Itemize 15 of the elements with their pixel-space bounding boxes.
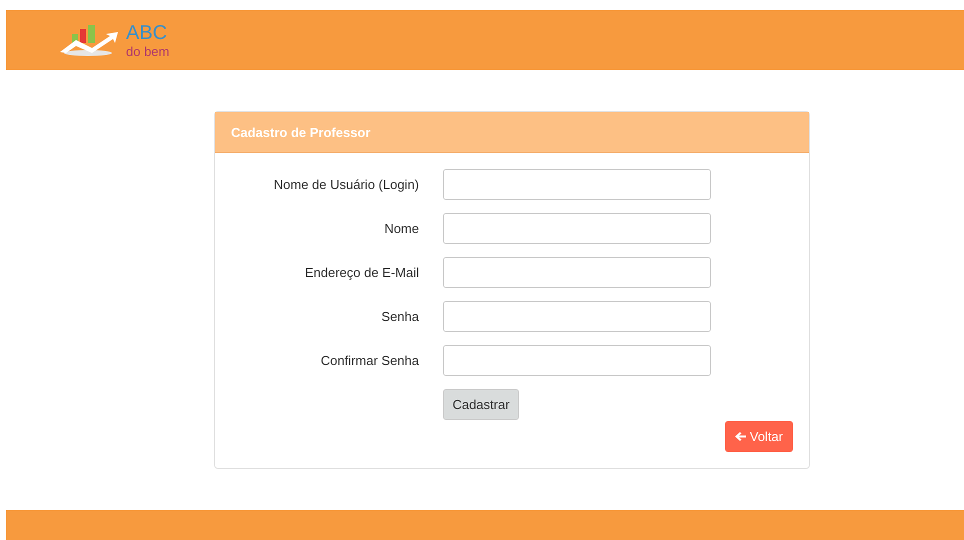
- field-label: Nome: [383, 221, 419, 236]
- input-field[interactable]: [443, 257, 711, 288]
- card-title: Cadastro de Professor: [215, 112, 809, 153]
- input-field[interactable]: [443, 169, 711, 200]
- field-label: Senha: [380, 309, 419, 324]
- field-label: Nome de Usuário (Login): [272, 177, 419, 192]
- input-field[interactable]: [443, 301, 711, 332]
- input-field[interactable]: [443, 345, 711, 376]
- field-label: Confirmar Senha: [320, 353, 419, 368]
- submit-button[interactable]: Cadastrar: [443, 389, 519, 420]
- logo-title: ABC: [126, 22, 168, 42]
- logo-subtitle: do bem: [126, 44, 170, 58]
- field-label: Endereço de E-Mail: [304, 265, 419, 280]
- input-field[interactable]: [443, 213, 711, 244]
- arrow-left-icon: [734, 431, 746, 442]
